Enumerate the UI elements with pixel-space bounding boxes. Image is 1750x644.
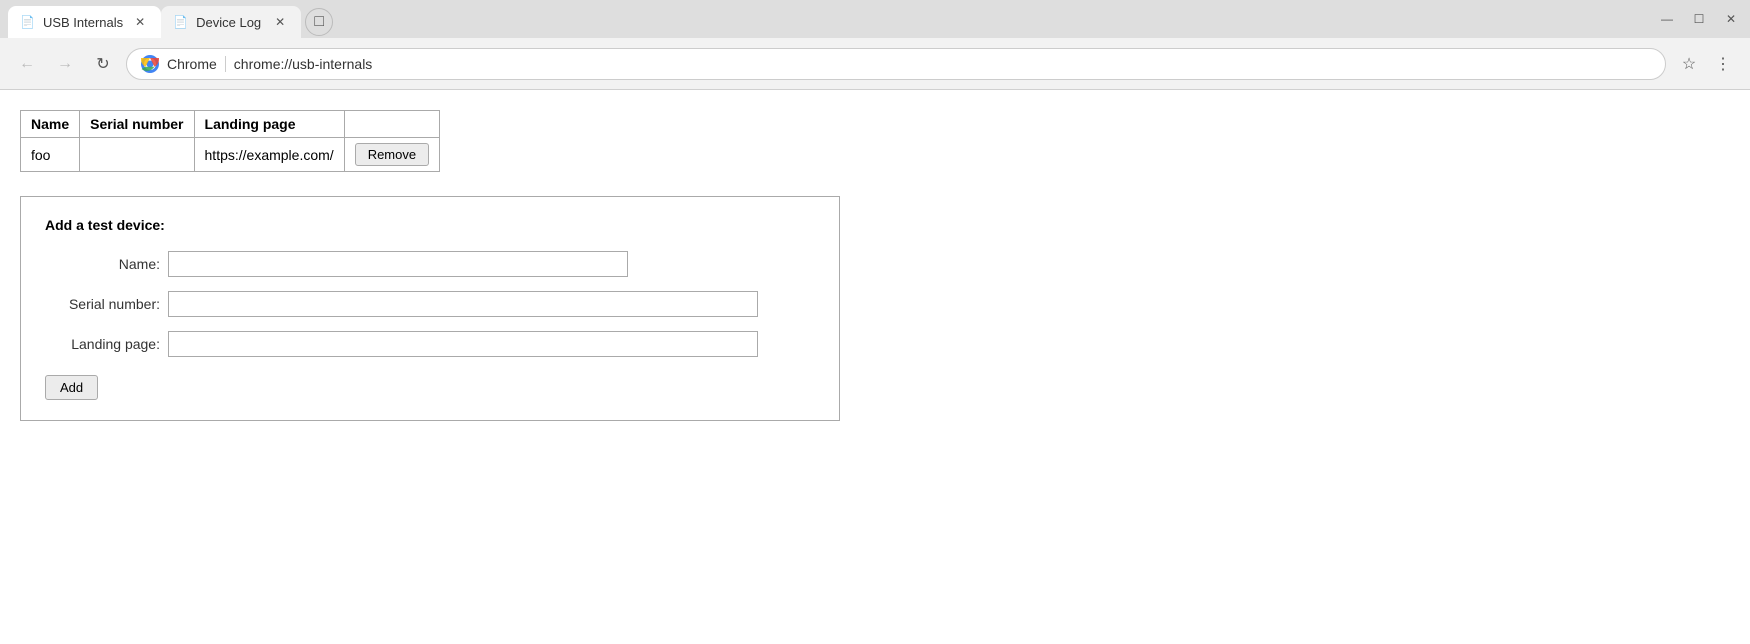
close-button[interactable]: ✕: [1724, 12, 1738, 26]
reload-button[interactable]: ↻: [88, 49, 118, 79]
tab-usb-internals-close[interactable]: ✕: [131, 13, 149, 31]
tab-device-log-label: Device Log: [196, 15, 261, 30]
tab-device-log-close[interactable]: ✕: [271, 13, 289, 31]
name-input[interactable]: [168, 251, 628, 277]
col-header-name: Name: [21, 111, 80, 138]
tab-usb-internals-label: USB Internals: [43, 15, 123, 30]
forward-button[interactable]: →: [50, 49, 80, 79]
tabs-row: 📄 USB Internals ✕ 📄 Device Log ✕ □: [8, 6, 1742, 38]
chrome-logo-icon: [141, 55, 159, 73]
landing-form-row: Landing page:: [45, 331, 815, 357]
bookmark-button[interactable]: ☆: [1674, 49, 1704, 79]
window-controls: — ☐ ✕: [1660, 12, 1738, 26]
toolbar: ← → ↻ Chrome chrome://usb-internals ☆ ⋮: [0, 38, 1750, 90]
address-divider: [225, 56, 226, 72]
new-tab-button[interactable]: □: [305, 8, 333, 36]
col-header-serial: Serial number: [80, 111, 194, 138]
name-form-row: Name:: [45, 251, 815, 277]
row-serial: [80, 138, 194, 172]
back-button[interactable]: ←: [12, 49, 42, 79]
serial-form-row: Serial number:: [45, 291, 815, 317]
tab-device-log[interactable]: 📄 Device Log ✕: [161, 6, 301, 38]
table-row: foo https://example.com/ Remove: [21, 138, 440, 172]
tab-page-icon: 📄: [20, 15, 35, 29]
remove-button[interactable]: Remove: [355, 143, 429, 166]
row-name: foo: [21, 138, 80, 172]
toolbar-right: ☆ ⋮: [1674, 49, 1738, 79]
landing-page-input[interactable]: [168, 331, 758, 357]
page-content: Name Serial number Landing page foo http…: [0, 90, 1750, 644]
tab-usb-internals[interactable]: 📄 USB Internals ✕: [8, 6, 161, 38]
address-bar-site-label: Chrome: [167, 56, 217, 72]
add-device-title: Add a test device:: [45, 217, 815, 233]
row-landing-page: https://example.com/: [194, 138, 344, 172]
add-device-box: Add a test device: Name: Serial number: …: [20, 196, 840, 421]
maximize-button[interactable]: ☐: [1692, 12, 1706, 26]
address-bar[interactable]: Chrome chrome://usb-internals: [126, 48, 1666, 80]
table-header-row: Name Serial number Landing page: [21, 111, 440, 138]
landing-page-label: Landing page:: [45, 336, 160, 352]
serial-number-input[interactable]: [168, 291, 758, 317]
serial-number-label: Serial number:: [45, 296, 160, 312]
col-header-landing: Landing page: [194, 111, 344, 138]
title-bar: 📄 USB Internals ✕ 📄 Device Log ✕ □ — ☐ ✕: [0, 0, 1750, 38]
row-action-cell: Remove: [344, 138, 439, 172]
device-table: Name Serial number Landing page foo http…: [20, 110, 440, 172]
col-header-action: [344, 111, 439, 138]
add-button[interactable]: Add: [45, 375, 98, 400]
address-bar-url: chrome://usb-internals: [234, 56, 373, 72]
menu-button[interactable]: ⋮: [1708, 49, 1738, 79]
tab-device-log-icon: 📄: [173, 15, 188, 29]
name-label: Name:: [45, 256, 160, 272]
minimize-button[interactable]: —: [1660, 12, 1674, 26]
